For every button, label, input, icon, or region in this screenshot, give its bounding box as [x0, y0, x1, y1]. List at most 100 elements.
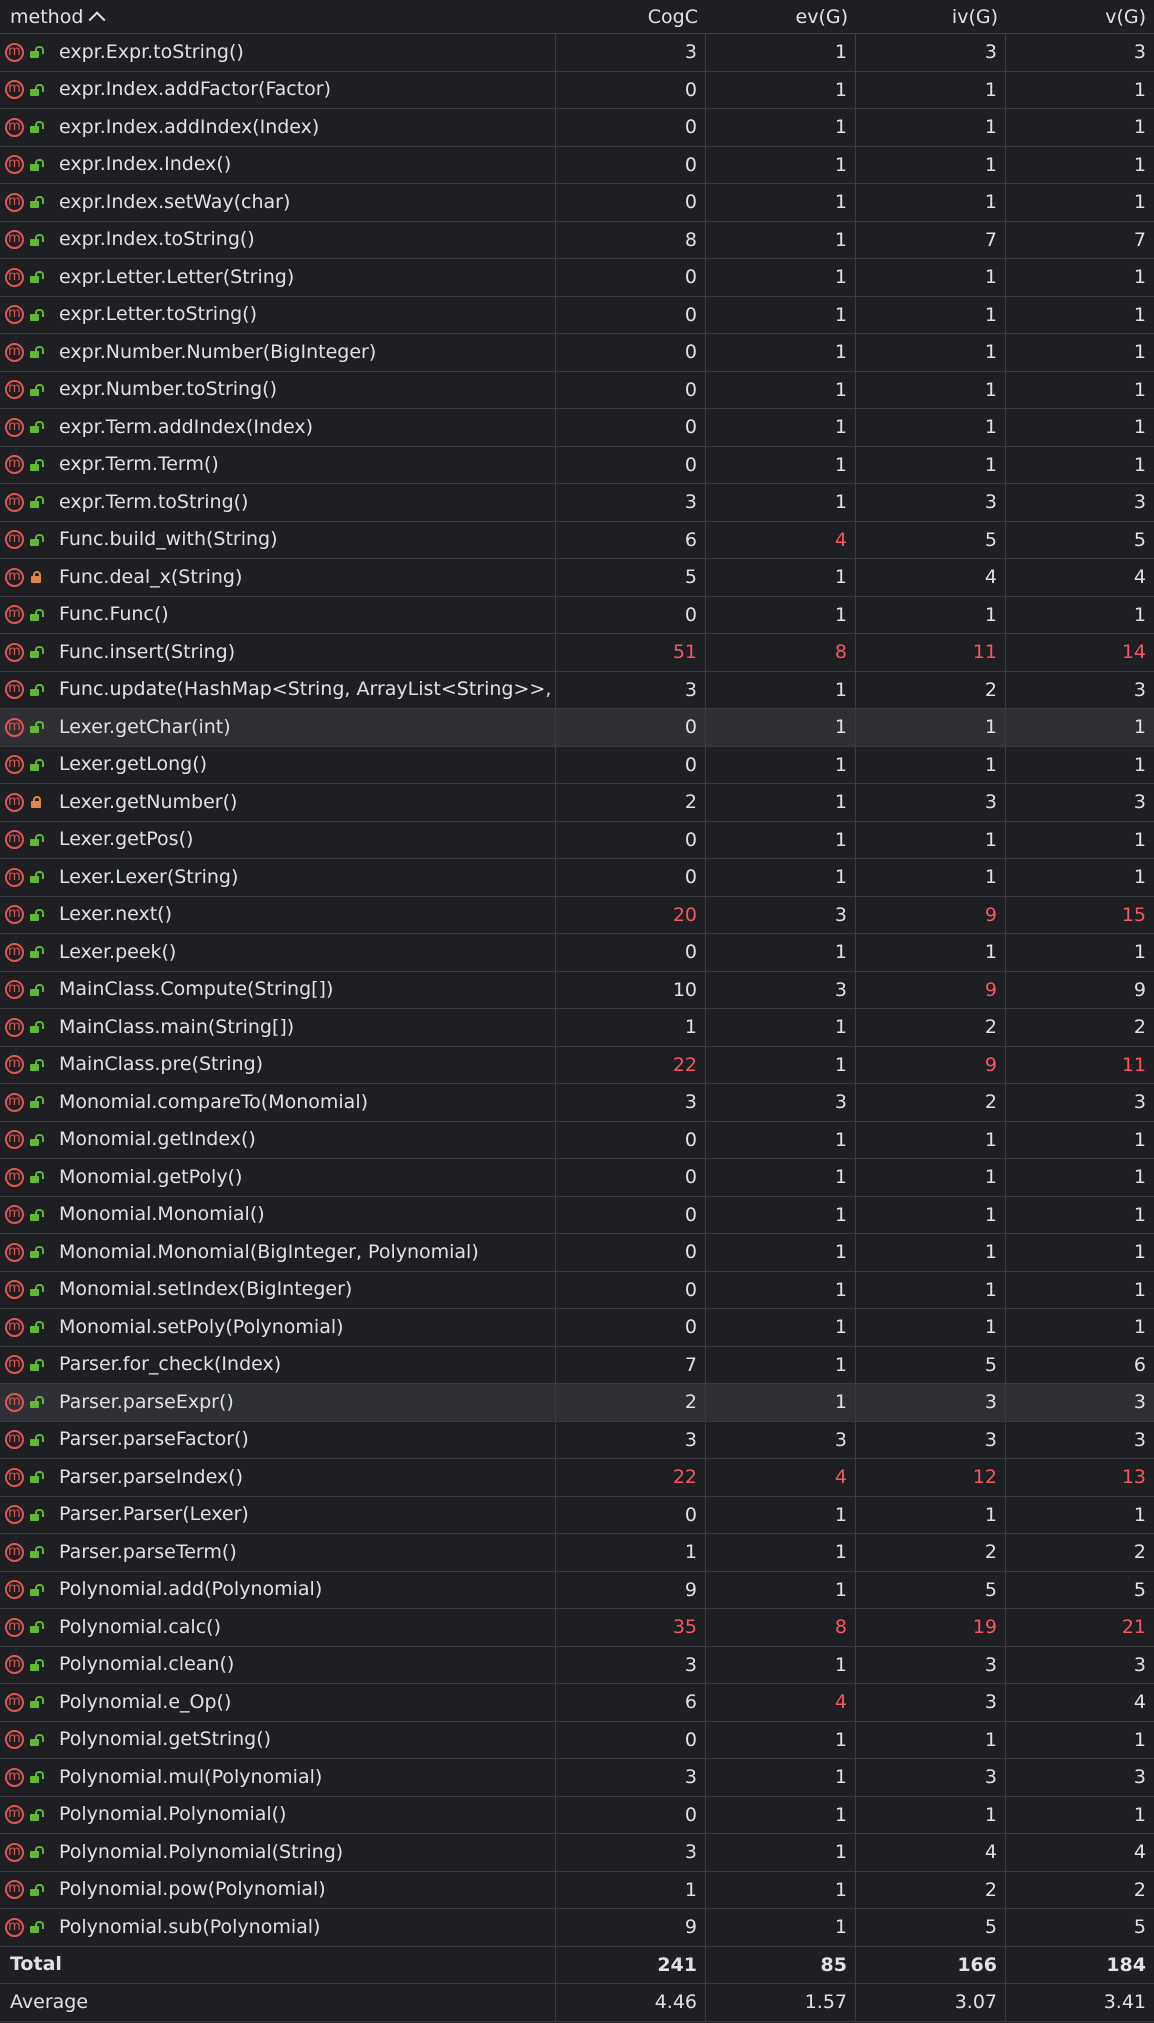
column-header-iv[interactable]: iv(G) — [856, 0, 1006, 33]
table-row[interactable]: m Monomial.getPoly() 0 1 1 1 — [0, 1159, 1154, 1197]
table-row[interactable]: m Lexer.peek() 0 1 1 1 — [0, 934, 1154, 972]
method-cell[interactable]: m expr.Index.Index() — [0, 146, 556, 183]
table-row[interactable]: m Func.update(HashMap<String, ArrayList<S… — [0, 671, 1154, 709]
method-cell[interactable]: m MainClass.main(String[]) — [0, 1009, 556, 1046]
method-cell[interactable]: m Func.insert(String) — [0, 634, 556, 671]
method-cell[interactable]: m Func.build_with(String) — [0, 521, 556, 558]
method-cell[interactable]: m Polynomial.add(Polynomial) — [0, 1571, 556, 1608]
table-row[interactable]: m expr.Number.Number(BigInteger) 0 1 1 1 — [0, 334, 1154, 372]
method-cell[interactable]: m expr.Number.Number(BigInteger) — [0, 334, 556, 371]
method-cell[interactable]: m MainClass.Compute(String[]) — [0, 971, 556, 1008]
table-row[interactable]: m Polynomial.getString() 0 1 1 1 — [0, 1721, 1154, 1759]
method-cell[interactable]: m MainClass.pre(String) — [0, 1046, 556, 1083]
method-cell[interactable]: m Polynomial.mul(Polynomial) — [0, 1759, 556, 1796]
column-header-cogc[interactable]: CogC — [556, 0, 706, 33]
method-cell[interactable]: m Lexer.getLong() — [0, 746, 556, 783]
method-cell[interactable]: m expr.Expr.toString() — [0, 34, 556, 71]
table-row[interactable]: m MainClass.Compute(String[]) 10 3 9 9 — [0, 971, 1154, 1009]
table-row[interactable]: m Monomial.setPoly(Polynomial) 0 1 1 1 — [0, 1309, 1154, 1347]
method-cell[interactable]: m Parser.parseExpr() — [0, 1384, 556, 1421]
table-row[interactable]: m Func.Func() 0 1 1 1 — [0, 596, 1154, 634]
method-cell[interactable]: m Func.update(HashMap<String, ArrayList<S… — [0, 671, 556, 708]
method-cell[interactable]: m Parser.for_check(Index) — [0, 1346, 556, 1383]
table-row[interactable]: m Lexer.Lexer(String) 0 1 1 1 — [0, 859, 1154, 897]
table-row[interactable]: m expr.Number.toString() 0 1 1 1 — [0, 371, 1154, 409]
table-row[interactable]: m expr.Index.Index() 0 1 1 1 — [0, 146, 1154, 184]
table-row[interactable]: m Monomial.setIndex(BigInteger) 0 1 1 1 — [0, 1271, 1154, 1309]
method-cell[interactable]: m Monomial.getIndex() — [0, 1121, 556, 1158]
method-cell[interactable]: m Parser.parseTerm() — [0, 1534, 556, 1571]
method-cell[interactable]: m expr.Term.toString() — [0, 484, 556, 521]
table-row[interactable]: m Func.insert(String) 51 8 11 14 — [0, 634, 1154, 672]
method-cell[interactable]: m Monomial.setPoly(Polynomial) — [0, 1309, 556, 1346]
table-row[interactable]: m MainClass.main(String[]) 1 1 2 2 — [0, 1009, 1154, 1047]
table-row[interactable]: m expr.Expr.toString() 3 1 3 3 — [0, 34, 1154, 72]
method-cell[interactable]: m Monomial.setIndex(BigInteger) — [0, 1271, 556, 1308]
method-cell[interactable]: m Lexer.getPos() — [0, 821, 556, 858]
method-cell[interactable]: m Lexer.Lexer(String) — [0, 859, 556, 896]
method-cell[interactable]: m Lexer.getChar(int) — [0, 709, 556, 746]
method-cell[interactable]: m expr.Number.toString() — [0, 371, 556, 408]
table-row[interactable]: m expr.Term.toString() 3 1 3 3 — [0, 484, 1154, 522]
method-cell[interactable]: m Polynomial.calc() — [0, 1609, 556, 1646]
table-row[interactable]: m Monomial.compareTo(Monomial) 3 3 2 3 — [0, 1084, 1154, 1122]
method-cell[interactable]: m Lexer.next() — [0, 896, 556, 933]
table-row[interactable]: m Polynomial.mul(Polynomial) 3 1 3 3 — [0, 1759, 1154, 1797]
table-row[interactable]: m Lexer.getNumber() 2 1 3 3 — [0, 784, 1154, 822]
method-cell[interactable]: m expr.Term.addIndex(Index) — [0, 409, 556, 446]
method-cell[interactable]: m Polynomial.getString() — [0, 1721, 556, 1758]
sort-ascending-icon[interactable] — [88, 10, 106, 28]
method-cell[interactable]: m Parser.Parser(Lexer) — [0, 1496, 556, 1533]
table-row[interactable]: m expr.Index.toString() 8 1 7 7 — [0, 221, 1154, 259]
table-row[interactable]: m Polynomial.Polynomial(String) 3 1 4 4 — [0, 1834, 1154, 1872]
method-cell[interactable]: m Polynomial.Polynomial(String) — [0, 1834, 556, 1871]
table-row[interactable]: m expr.Term.Term() 0 1 1 1 — [0, 446, 1154, 484]
table-row[interactable]: m Monomial.Monomial(BigInteger, Polynomia… — [0, 1234, 1154, 1272]
method-cell[interactable]: m Monomial.Monomial(BigInteger, Polynomia… — [0, 1234, 556, 1271]
table-row[interactable]: m expr.Index.addIndex(Index) 0 1 1 1 — [0, 109, 1154, 147]
method-cell[interactable]: m Polynomial.pow(Polynomial) — [0, 1871, 556, 1908]
method-cell[interactable]: m expr.Index.toString() — [0, 221, 556, 258]
method-cell[interactable]: m expr.Term.Term() — [0, 446, 556, 483]
method-cell[interactable]: m Monomial.compareTo(Monomial) — [0, 1084, 556, 1121]
method-cell[interactable]: m Polynomial.e_Op() — [0, 1684, 556, 1721]
table-row[interactable]: m Func.build_with(String) 6 4 5 5 — [0, 521, 1154, 559]
table-row[interactable]: m Parser.parseTerm() 1 1 2 2 — [0, 1534, 1154, 1572]
method-cell[interactable]: m Monomial.Monomial() — [0, 1196, 556, 1233]
method-cell[interactable]: m Monomial.getPoly() — [0, 1159, 556, 1196]
table-row[interactable]: m Polynomial.sub(Polynomial) 9 1 5 5 — [0, 1909, 1154, 1947]
table-row[interactable]: m Polynomial.pow(Polynomial) 1 1 2 2 — [0, 1871, 1154, 1909]
table-row[interactable]: m Parser.parseExpr() 2 1 3 3 — [0, 1384, 1154, 1422]
table-row[interactable]: m Polynomial.add(Polynomial) 9 1 5 5 — [0, 1571, 1154, 1609]
method-cell[interactable]: m Lexer.peek() — [0, 934, 556, 971]
table-row[interactable]: m MainClass.pre(String) 22 1 9 11 — [0, 1046, 1154, 1084]
table-row[interactable]: m Polynomial.calc() 35 8 19 21 — [0, 1609, 1154, 1647]
table-row[interactable]: m Lexer.getPos() 0 1 1 1 — [0, 821, 1154, 859]
column-header-v[interactable]: v(G) — [1006, 0, 1154, 33]
method-cell[interactable]: m expr.Index.setWay(char) — [0, 184, 556, 221]
table-row[interactable]: m Parser.for_check(Index) 7 1 5 6 — [0, 1346, 1154, 1384]
method-cell[interactable]: m expr.Index.addIndex(Index) — [0, 109, 556, 146]
table-row[interactable]: m expr.Term.addIndex(Index) 0 1 1 1 — [0, 409, 1154, 447]
method-cell[interactable]: m Polynomial.Polynomial() — [0, 1796, 556, 1833]
method-cell[interactable]: m Func.deal_x(String) — [0, 559, 556, 596]
method-cell[interactable]: m Parser.parseIndex() — [0, 1459, 556, 1496]
method-cell[interactable]: m expr.Index.addFactor(Factor) — [0, 71, 556, 108]
table-row[interactable]: m Polynomial.Polynomial() 0 1 1 1 — [0, 1796, 1154, 1834]
table-row[interactable]: m Lexer.next() 20 3 9 15 — [0, 896, 1154, 934]
method-cell[interactable]: m Polynomial.clean() — [0, 1646, 556, 1683]
table-row[interactable]: m Parser.parseFactor() 3 3 3 3 — [0, 1421, 1154, 1459]
table-row[interactable]: m Func.deal_x(String) 5 1 4 4 — [0, 559, 1154, 597]
table-row[interactable]: m Parser.parseIndex() 22 4 12 13 — [0, 1459, 1154, 1497]
table-row[interactable]: m Monomial.Monomial() 0 1 1 1 — [0, 1196, 1154, 1234]
table-row[interactable]: m Monomial.getIndex() 0 1 1 1 — [0, 1121, 1154, 1159]
table-row[interactable]: m expr.Index.setWay(char) 0 1 1 1 — [0, 184, 1154, 222]
method-cell[interactable]: m Lexer.getNumber() — [0, 784, 556, 821]
method-cell[interactable]: m Parser.parseFactor() — [0, 1421, 556, 1458]
method-cell[interactable]: m expr.Letter.toString() — [0, 296, 556, 333]
method-cell[interactable]: m expr.Letter.Letter(String) — [0, 259, 556, 296]
table-row[interactable]: m expr.Letter.toString() 0 1 1 1 — [0, 296, 1154, 334]
table-row[interactable]: m Lexer.getChar(int) 0 1 1 1 — [0, 709, 1154, 747]
table-row[interactable]: m expr.Index.addFactor(Factor) 0 1 1 1 — [0, 71, 1154, 109]
table-row[interactable]: m Lexer.getLong() 0 1 1 1 — [0, 746, 1154, 784]
